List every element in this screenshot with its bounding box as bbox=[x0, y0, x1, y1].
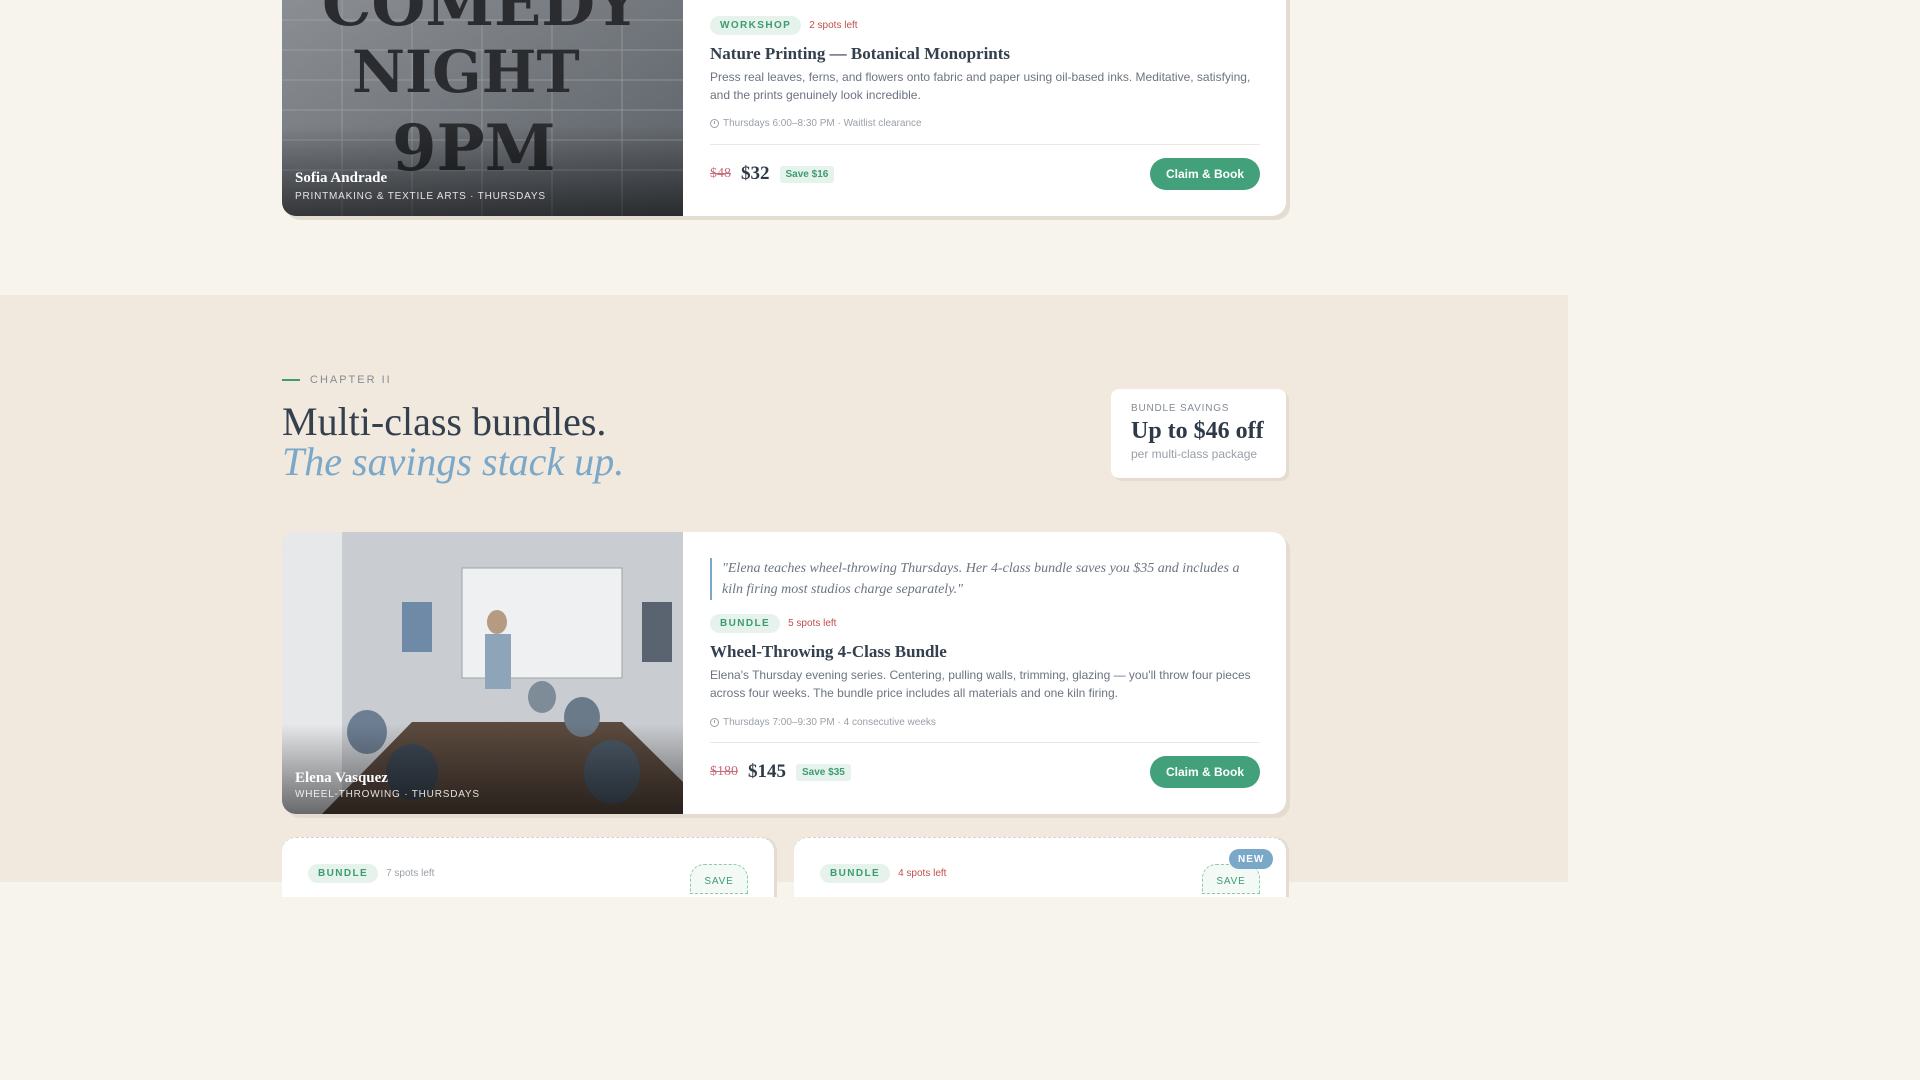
divider bbox=[710, 742, 1260, 743]
bundle-card[interactable]: BUNDLE 7 spots left SAVE bbox=[282, 837, 774, 897]
category-tag: BUNDLE bbox=[820, 864, 891, 883]
spots-left: 5 spots left bbox=[788, 618, 837, 629]
instructor-photo: Elena Vasquez WHEEL-THROWING · THURSDAYS bbox=[282, 532, 683, 814]
deal-body: WORKSHOP 2 spots left Nature Printing — … bbox=[710, 0, 1260, 216]
save-stamp: SAVE bbox=[690, 864, 748, 894]
instructor-subtitle: WHEEL-THROWING · THURSDAYS bbox=[295, 789, 480, 800]
bundle-savings-box: BUNDLE SAVINGS Up to $46 off per multi-c… bbox=[1111, 389, 1286, 478]
spots-left: 7 spots left bbox=[386, 868, 435, 879]
deal-card-wheel-throwing: Elena Vasquez WHEEL-THROWING · THURSDAYS… bbox=[282, 532, 1286, 814]
deal-body: "Elena teaches wheel-throwing Thursdays.… bbox=[710, 532, 1260, 814]
price-row: $180 $145 Save $35 bbox=[710, 761, 851, 783]
schedule-text: Thursdays 6:00–8:30 PM · Waitlist cleara… bbox=[723, 118, 922, 129]
deal-card-nature-printing: COMEDY NIGHT 9PM Sofia Andrade PRINTMAKI… bbox=[282, 0, 1286, 216]
bundle-card[interactable]: BUNDLE 4 spots left SAVE bbox=[794, 837, 1286, 897]
category-tag: BUNDLE bbox=[710, 614, 781, 633]
claim-book-button[interactable]: Claim & Book bbox=[1149, 756, 1260, 788]
savings-note: per multi-class package bbox=[1131, 447, 1258, 461]
deal-description: Press real leaves, ferns, and flowers on… bbox=[710, 70, 1251, 102]
savings-badge: Save $35 bbox=[796, 763, 851, 781]
spots-left: 4 spots left bbox=[898, 868, 947, 879]
chapter-label: CHAPTER II bbox=[282, 374, 392, 386]
category-tag: WORKSHOP bbox=[710, 16, 802, 35]
original-price: $48 bbox=[710, 166, 731, 181]
deal-title: Nature Printing — Botanical Monoprints bbox=[710, 44, 1011, 63]
claim-book-button[interactable]: Claim & Book bbox=[1149, 158, 1260, 190]
deal-description: Elena's Thursday evening series. Centeri… bbox=[710, 668, 1251, 700]
svg-text:COMEDY: COMEDY bbox=[322, 0, 640, 40]
testimonial-quote: "Elena teaches wheel-throwing Thursdays.… bbox=[710, 558, 1262, 600]
savings-label: BUNDLE SAVINGS bbox=[1131, 403, 1230, 414]
instructor-subtitle: PRINTMAKING & TEXTILE ARTS · THURSDAYS bbox=[295, 191, 546, 202]
svg-text:NIGHT: NIGHT bbox=[352, 38, 580, 106]
savings-badge: Save $16 bbox=[779, 165, 835, 183]
savings-value: Up to $46 off bbox=[1131, 418, 1264, 444]
deal-title: Wheel-Throwing 4-Class Bundle bbox=[710, 642, 947, 661]
category-tag: BUNDLE bbox=[308, 864, 379, 883]
new-badge: NEW bbox=[1229, 849, 1274, 869]
deal-price: $145 bbox=[748, 761, 786, 782]
spots-left: 2 spots left bbox=[809, 20, 858, 31]
schedule-text: Thursdays 7:00–9:30 PM · 4 consecutive w… bbox=[723, 717, 936, 728]
clock-icon bbox=[710, 119, 719, 128]
schedule: Thursdays 7:00–9:30 PM · 4 consecutive w… bbox=[710, 717, 936, 728]
divider bbox=[710, 144, 1260, 145]
clock-icon bbox=[710, 718, 719, 727]
deal-price: $32 bbox=[741, 163, 770, 184]
instructor-photo: COMEDY NIGHT 9PM Sofia Andrade PRINTMAKI… bbox=[282, 0, 683, 216]
section-subheading: The savings stack up. bbox=[282, 439, 625, 484]
original-price: $180 bbox=[710, 764, 738, 779]
instructor-name: Sofia Andrade bbox=[295, 170, 388, 186]
schedule: Thursdays 6:00–8:30 PM · Waitlist cleara… bbox=[710, 118, 922, 129]
price-row: $48 $32 Save $16 bbox=[710, 163, 835, 185]
instructor-name: Elena Vasquez bbox=[295, 770, 388, 786]
